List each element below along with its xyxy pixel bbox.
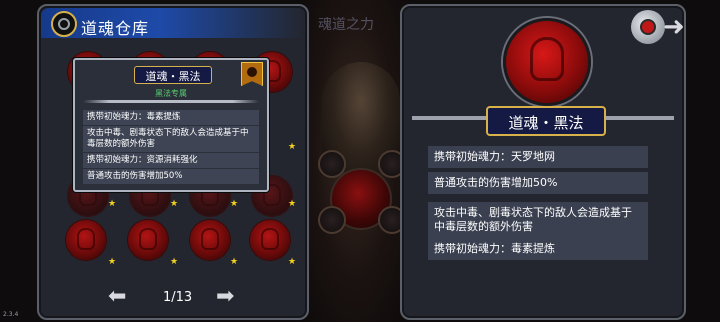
panel-header: 道魂仓库 (41, 8, 305, 38)
soul-detail-panel: 道魂・黑法 携带初始魂力：天罗地网 普通攻击的伤害增加50% 攻击中毒、剧毒状态… (400, 4, 686, 320)
exit-arrow-icon[interactable]: ➜ (663, 14, 685, 40)
center-socket (318, 206, 346, 234)
version-label: 2.3.4 (3, 311, 19, 318)
red-hooded-face-icon (503, 18, 591, 106)
detail-title-box: 道魂・黑法 (486, 106, 606, 136)
star-icon: ★ (108, 257, 117, 267)
tooltip-divider (83, 100, 259, 103)
soul-slot[interactable] (250, 220, 290, 260)
ring-emblem-icon (51, 11, 77, 37)
soul-face-icon (201, 228, 219, 250)
star-icon: ★ (170, 199, 179, 209)
star-icon: ★ (288, 199, 297, 209)
tooltip-subtitle: 黑法专属 (155, 89, 187, 98)
tooltip-title: 道魂・黑法 (145, 70, 201, 83)
soul-tooltip: 道魂・黑法 黑法专属 携带初始魂力：毒素提炼 攻击中毒、剧毒状态下的敌人会造成基… (73, 58, 269, 192)
panel-title: 道魂仓库 (81, 19, 150, 38)
soul-face-icon (261, 228, 279, 250)
tooltip-effect-row: 携带初始魂力：资源消耗强化 (83, 153, 259, 168)
faded-section-title: 魂道之力 (318, 17, 374, 33)
soul-face-icon (139, 228, 157, 250)
page-indicator: 1/13 (163, 290, 193, 305)
detail-effect-row: 携带初始魂力：毒素提炼 (428, 238, 648, 260)
tooltip-title-box: 道魂・黑法 (134, 66, 212, 84)
character-avatar-icon (241, 62, 263, 86)
hooded-face-shape (530, 37, 564, 81)
soul-slot[interactable] (128, 220, 168, 260)
detail-effect-row: 携带初始魂力：天罗地网 (428, 146, 648, 168)
star-icon: ★ (230, 257, 239, 267)
star-icon: ★ (230, 199, 239, 209)
back-exit-icon[interactable] (631, 10, 665, 44)
star-icon: ★ (288, 257, 297, 267)
arrow-left-icon[interactable]: ⬅ (108, 286, 126, 308)
star-icon: ★ (170, 257, 179, 267)
tooltip-effect-row: 攻击中毒、剧毒状态下的敌人会造成基于中毒层数的额外伤害 (83, 126, 259, 152)
detail-effect-row: 攻击中毒、剧毒状态下的敌人会造成基于中毒层数的额外伤害 (428, 202, 648, 238)
detail-effect-row: 普通攻击的伤害增加50% (428, 172, 648, 194)
soul-slot[interactable] (190, 220, 230, 260)
star-icon: ★ (108, 199, 117, 209)
star-icon: ★ (288, 142, 297, 152)
center-socket (318, 150, 346, 178)
soul-face-icon (77, 228, 95, 250)
soul-slot[interactable] (66, 220, 106, 260)
tooltip-effect-row: 携带初始魂力：毒素提炼 (83, 110, 259, 125)
arrow-right-icon[interactable]: ➡ (216, 286, 234, 308)
tooltip-effect-row: 普通攻击的伤害增加50% (83, 169, 259, 184)
detail-title: 道魂・黑法 (508, 114, 584, 132)
